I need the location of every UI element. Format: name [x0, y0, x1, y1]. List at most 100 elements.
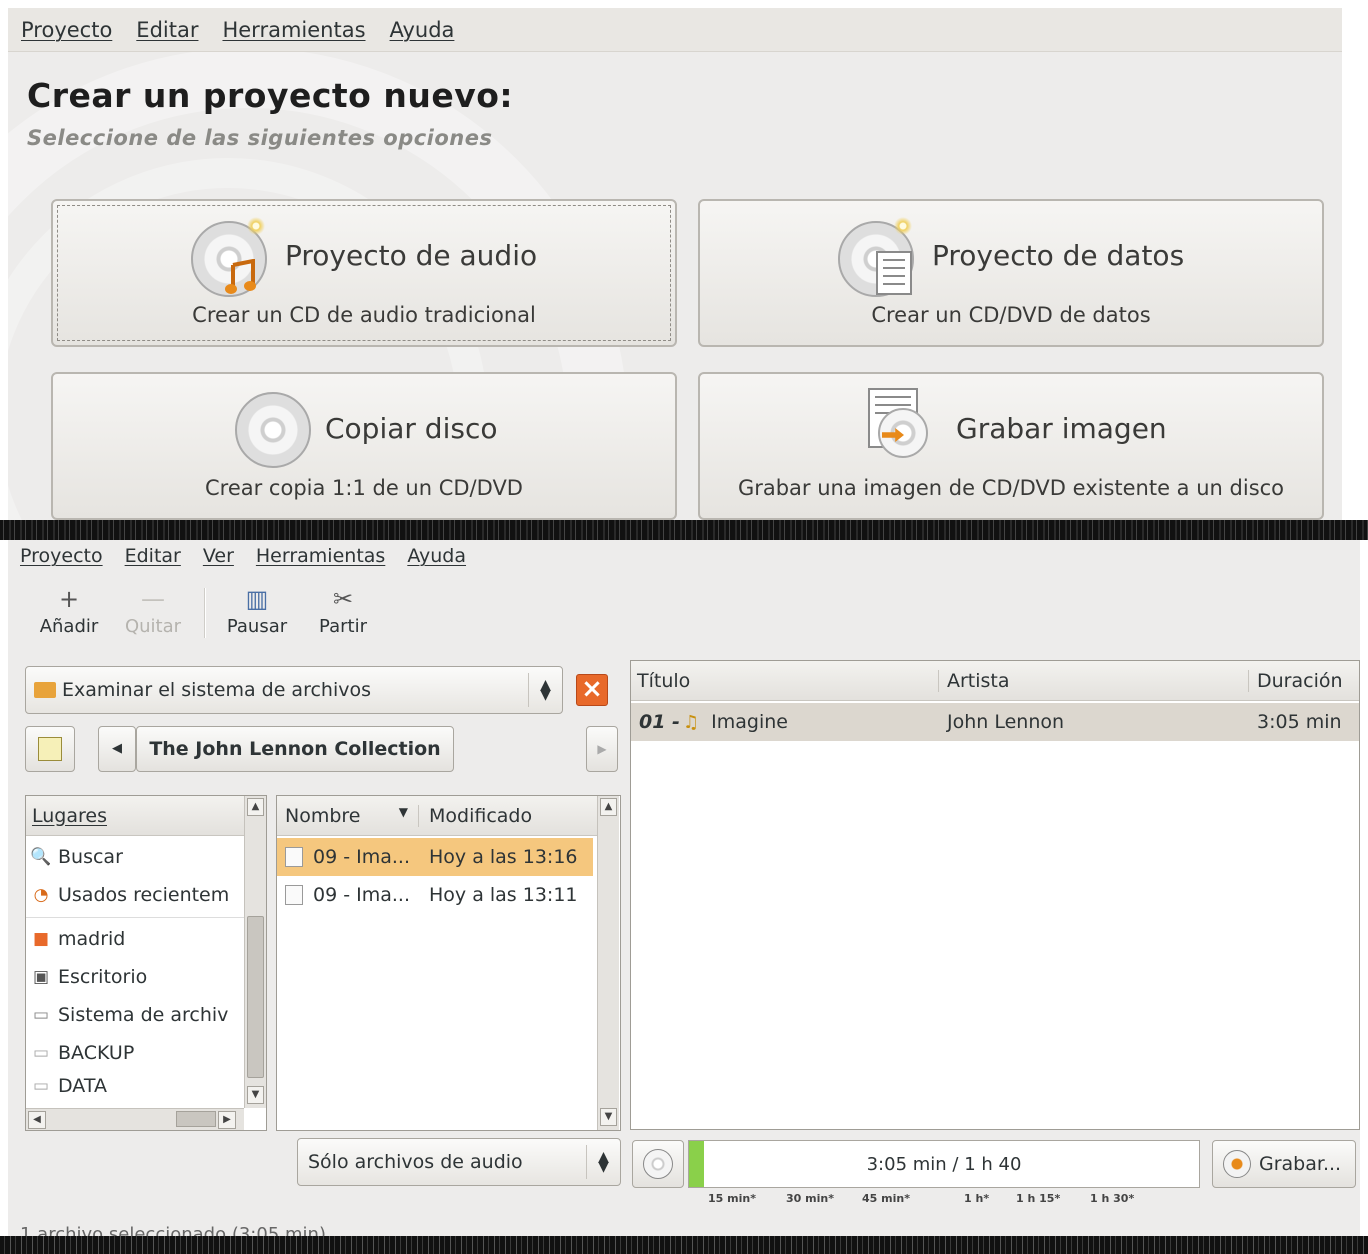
- column-artista[interactable]: Artista: [939, 669, 1249, 692]
- menu-herramientas[interactable]: Herramientas: [222, 18, 365, 42]
- tracks-header: Título Artista Duración: [631, 661, 1359, 701]
- column-titulo[interactable]: Título: [631, 669, 939, 692]
- column-label: Duración: [1257, 669, 1343, 692]
- file-name: 09 - Ima...: [313, 846, 410, 868]
- burn-button-label: Grabar...: [1259, 1153, 1342, 1175]
- filter-combo[interactable]: Sólo archivos de audio ▲ ▼: [297, 1138, 621, 1186]
- pause-label: Pausar: [226, 616, 288, 637]
- place-label: Escritorio: [58, 966, 148, 988]
- scroll-left-icon[interactable]: ◀: [28, 1111, 46, 1129]
- add-button[interactable]: + Añadir: [34, 584, 104, 637]
- pause-button[interactable]: ▥ Pausar: [220, 584, 294, 637]
- place-item[interactable]: ▭ DATA: [26, 1072, 107, 1100]
- menu-ayuda[interactable]: Ayuda: [407, 545, 466, 567]
- menu-ver[interactable]: Ver: [203, 545, 234, 567]
- drive-icon: ▭: [32, 1043, 50, 1063]
- place-item[interactable]: 🔍 Buscar: [26, 838, 122, 876]
- path-forward-button[interactable]: ▶: [586, 726, 618, 772]
- burn-icon: [1223, 1150, 1251, 1178]
- remove-button[interactable]: — Quitar: [120, 584, 186, 637]
- burn-image-button[interactable]: Grabar imagen Grabar una imagen de CD/DV…: [698, 372, 1324, 520]
- column-nombre[interactable]: Nombre ▼: [277, 804, 419, 827]
- places-hscrollbar[interactable]: ◀ ▶: [26, 1108, 244, 1130]
- places-header-label: Lugares: [32, 804, 107, 827]
- menu-proyecto[interactable]: Proyecto: [20, 545, 103, 567]
- track-row[interactable]: 01 - ♫ Imagine John Lennon 3:05 min: [631, 703, 1359, 741]
- place-label: Usados recientem: [58, 884, 230, 906]
- places-separator: [26, 917, 244, 918]
- track-number: 01 -: [639, 711, 680, 733]
- place-item[interactable]: ■ madrid: [26, 920, 125, 958]
- files-header: Nombre ▼ Modificado: [277, 796, 597, 836]
- files-vscrollbar[interactable]: ▲ ▼: [597, 796, 619, 1130]
- option-subtitle: Grabar una imagen de CD/DVD existente a …: [737, 476, 1285, 500]
- tick-label: 1 h 15*: [1016, 1192, 1061, 1205]
- burn-button[interactable]: Grabar...: [1212, 1140, 1356, 1188]
- place-item[interactable]: ◔ Usados recientem: [26, 876, 230, 914]
- source-combo[interactable]: Examinar el sistema de archivos ▲ ▼: [25, 666, 563, 714]
- scroll-down-icon[interactable]: ▼: [600, 1108, 617, 1126]
- split-button[interactable]: ✂ Partir: [312, 584, 374, 637]
- column-label: Nombre: [285, 804, 361, 827]
- tick-label: 30 min*: [786, 1192, 834, 1205]
- file-icon: [285, 847, 303, 867]
- desktop-icon: ▣: [32, 967, 50, 987]
- menu-editar[interactable]: Editar: [136, 18, 198, 42]
- audio-project-button[interactable]: Proyecto de audio Crear un CD de audio t…: [51, 199, 677, 347]
- option-title: Proyecto de audio: [285, 239, 538, 272]
- left-arrow-icon: ◀: [112, 741, 122, 756]
- overlap-text-strip: [0, 520, 1368, 540]
- sparkle-icon: [247, 217, 265, 235]
- tick-label: 15 min*: [708, 1192, 756, 1205]
- track-duration: 3:05 min: [1257, 711, 1342, 733]
- copy-disc-button[interactable]: Copiar disco Crear copia 1:1 de un CD/DV…: [51, 372, 677, 520]
- path-back-button[interactable]: ◀: [98, 726, 136, 772]
- remove-label: Quitar: [124, 616, 182, 637]
- toolbar-separator: [204, 588, 206, 638]
- place-item[interactable]: ▣ Escritorio: [26, 958, 147, 996]
- column-label: Modificado: [429, 804, 533, 827]
- column-duracion[interactable]: Duración: [1249, 670, 1343, 692]
- audio-project-window: Proyecto Editar Ver Herramientas Ayuda +…: [8, 540, 1360, 1236]
- remove-icon: —: [141, 585, 165, 613]
- page-subtitle: Seleccione de las siguientes opciones: [27, 126, 493, 150]
- data-project-button[interactable]: Proyecto de datos Crear un CD/DVD de dat…: [698, 199, 1324, 347]
- scroll-thumb[interactable]: [247, 916, 264, 1078]
- place-item[interactable]: ▭ BACKUP: [26, 1034, 134, 1072]
- file-row[interactable]: 09 - Ima... Hoy a las 13:16: [277, 838, 593, 876]
- places-header[interactable]: Lugares: [26, 796, 244, 836]
- scroll-right-icon[interactable]: ▶: [218, 1111, 236, 1129]
- drive-icon: ▭: [32, 1076, 50, 1096]
- edit-path-button[interactable]: [25, 726, 75, 772]
- sparkle-icon: [894, 217, 912, 235]
- search-icon: 🔍: [30, 847, 52, 867]
- scroll-up-icon[interactable]: ▲: [600, 798, 617, 816]
- disc-selector-button[interactable]: [632, 1140, 684, 1188]
- place-item[interactable]: ▭ Sistema de archiv: [26, 996, 228, 1034]
- menu-editar[interactable]: Editar: [125, 545, 181, 567]
- combo-arrows-icon: ▲ ▼: [528, 673, 562, 707]
- path-button[interactable]: The John Lennon Collection: [136, 726, 454, 772]
- files-pane: Nombre ▼ Modificado 09 - Ima... Hoy a la…: [276, 795, 621, 1131]
- column-modificado[interactable]: Modificado: [419, 805, 532, 827]
- file-row[interactable]: 09 - Ima... Hoy a las 13:11: [277, 876, 593, 914]
- scroll-thumb[interactable]: [176, 1111, 216, 1127]
- place-label: Sistema de archiv: [58, 1004, 229, 1026]
- menu-ayuda[interactable]: Ayuda: [390, 18, 455, 42]
- menu-herramientas[interactable]: Herramientas: [256, 545, 385, 567]
- menu-proyecto[interactable]: Proyecto: [21, 18, 112, 42]
- place-label: DATA: [58, 1075, 107, 1097]
- file-modified: Hoy a las 13:11: [429, 884, 578, 906]
- scroll-up-icon[interactable]: ▲: [247, 798, 264, 816]
- home-folder-icon: ■: [32, 929, 50, 949]
- combo-arrows-icon: ▲ ▼: [586, 1145, 620, 1179]
- option-title: Proyecto de datos: [932, 239, 1185, 272]
- scroll-down-icon[interactable]: ▼: [247, 1086, 264, 1104]
- menu-bar: Proyecto Editar Ver Herramientas Ayuda: [8, 540, 1360, 572]
- option-subtitle: Crear copia 1:1 de un CD/DVD: [205, 476, 523, 500]
- tick-label: 45 min*: [862, 1192, 910, 1205]
- copy-disc-icon: [235, 392, 311, 468]
- close-browser-button[interactable]: ×: [576, 674, 608, 706]
- places-vscrollbar[interactable]: ▲ ▼: [244, 796, 266, 1108]
- source-combo-label: Examinar el sistema de archivos: [62, 679, 371, 701]
